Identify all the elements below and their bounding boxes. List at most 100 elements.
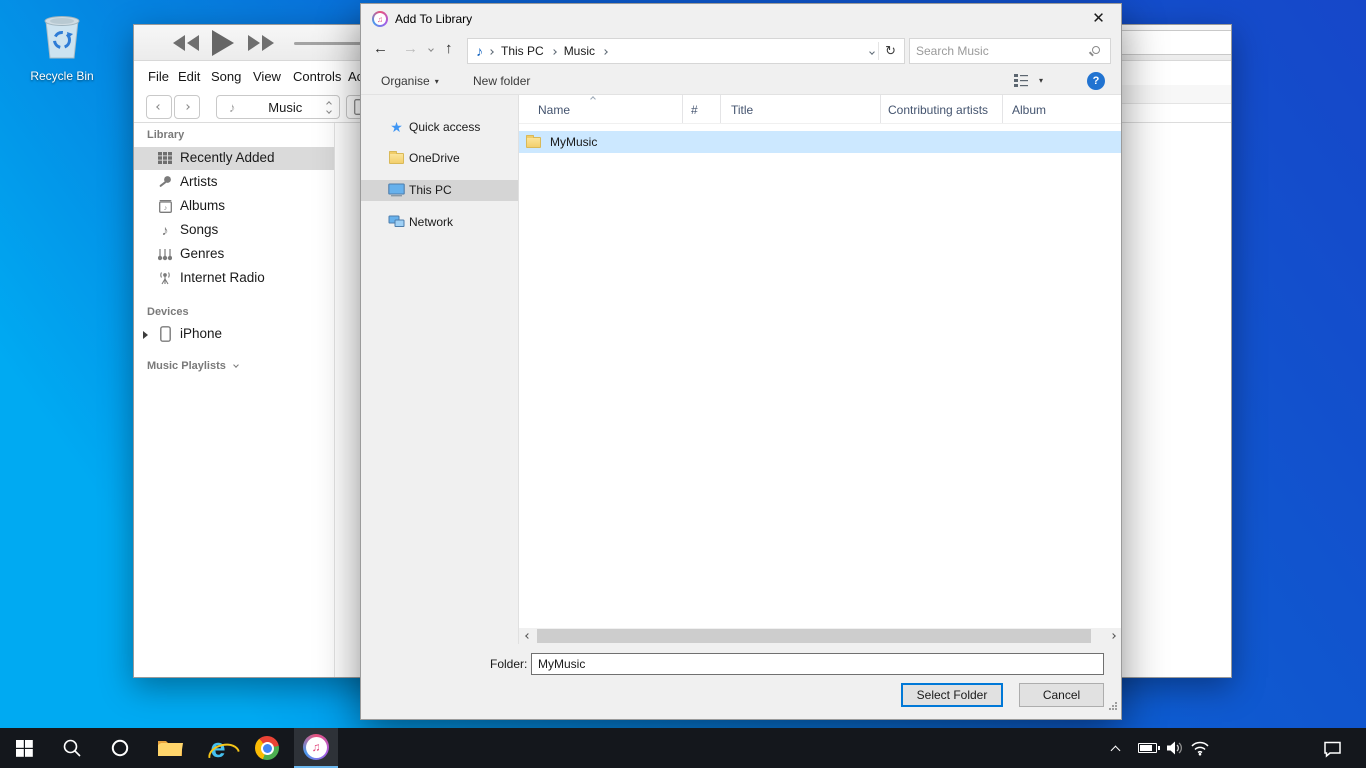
up-button[interactable]: ↑ <box>445 40 453 57</box>
chevron-right-icon[interactable] <box>551 49 557 55</box>
address-dropdown-icon[interactable] <box>869 49 875 55</box>
itunes-forward-button[interactable] <box>174 95 200 119</box>
dialog-titlebar[interactable]: ♫ Add To Library ✕ <box>361 4 1121 34</box>
place-this-pc[interactable]: This PC <box>361 180 518 201</box>
view-mode-button[interactable]: ▾ <box>1014 74 1043 87</box>
folder-name-input[interactable] <box>531 653 1104 675</box>
search-input[interactable] <box>916 41 1076 61</box>
breadcrumb-music[interactable]: Music <box>564 44 595 58</box>
desktop-background: Recycle Bin – □ × File Edit Song View Co… <box>0 0 1366 768</box>
scroll-right-button[interactable] <box>1104 628 1121 644</box>
menu-song[interactable]: Song <box>211 69 241 84</box>
column-title[interactable]: Title <box>721 95 881 123</box>
scrollbar-thumb[interactable] <box>537 629 1091 643</box>
place-onedrive[interactable]: OneDrive <box>361 148 518 169</box>
start-button[interactable] <box>2 728 46 768</box>
scrollbar-track[interactable] <box>536 628 1104 644</box>
chevron-down-icon <box>233 362 239 368</box>
recycle-bin-icon <box>38 12 86 67</box>
recycle-bin[interactable]: Recycle Bin <box>22 12 102 83</box>
action-center-icon <box>1322 739 1343 758</box>
taskbar: e ♫ <box>0 728 1366 768</box>
dialog-title: Add To Library <box>395 12 472 26</box>
search-box[interactable] <box>909 38 1111 64</box>
select-folder-button[interactable]: Select Folder <box>901 683 1003 707</box>
menu-view[interactable]: View <box>253 69 281 84</box>
svg-text:♪: ♪ <box>163 205 167 212</box>
taskbar-search-button[interactable] <box>50 728 94 768</box>
file-explorer-button[interactable] <box>148 728 192 768</box>
wifi-indicator[interactable] <box>1190 728 1210 768</box>
cortana-button[interactable] <box>98 728 142 768</box>
network-icon <box>388 214 405 230</box>
music-playlists-header[interactable]: Music Playlists <box>147 360 238 372</box>
history-dropdown-icon[interactable] <box>428 46 434 52</box>
new-folder-button[interactable]: New folder <box>473 74 530 88</box>
dialog-nav-row: ← → ↑ ♪ This PC Music ↻ <box>361 34 1121 68</box>
music-note-icon: ♪ <box>229 100 236 115</box>
media-selector-value: Music <box>244 100 328 115</box>
media-selector[interactable]: ♪ Music <box>216 95 340 119</box>
resize-grip[interactable] <box>1108 698 1118 716</box>
menu-file[interactable]: File <box>148 69 169 84</box>
tray-overflow-button[interactable] <box>1112 728 1119 768</box>
place-quick-access[interactable]: ★ Quick access <box>361 117 518 138</box>
chrome-button[interactable] <box>245 728 289 768</box>
disclosure-triangle-icon[interactable] <box>143 331 148 339</box>
menu-edit[interactable]: Edit <box>178 69 200 84</box>
menu-controls[interactable]: Controls <box>293 69 341 84</box>
sort-ascending-icon <box>590 96 596 102</box>
dialog-places-sidebar: ★ Quick access OneDrive This PC Network <box>361 95 518 644</box>
sidebar-item-internet-radio[interactable]: Internet Radio <box>134 267 334 290</box>
sidebar-item-songs[interactable]: ♪ Songs <box>134 219 334 242</box>
chevron-right-icon[interactable] <box>602 49 608 55</box>
volume-indicator[interactable] <box>1166 728 1184 768</box>
file-row-mymusic[interactable]: MyMusic <box>519 131 1121 153</box>
breadcrumb-this-pc[interactable]: This PC <box>501 44 544 58</box>
sidebar-item-artists[interactable]: Artists <box>134 171 334 194</box>
microphone-icon <box>156 173 174 191</box>
internet-explorer-button[interactable]: e <box>196 728 240 768</box>
search-icon[interactable] <box>1092 46 1100 54</box>
action-center-button[interactable] <box>1322 728 1343 768</box>
folder-label: Folder: <box>490 657 527 671</box>
antenna-icon <box>156 269 174 287</box>
itunes-sidebar-divider <box>334 123 335 677</box>
selector-stepper-icon <box>327 102 331 113</box>
folder-icon <box>526 137 541 148</box>
caret-down-icon: ▾ <box>435 77 439 86</box>
dialog-toolbar: Organise▾ New folder ▾ ? <box>361 68 1121 95</box>
refresh-icon[interactable]: ↻ <box>883 43 904 59</box>
itunes-back-button[interactable] <box>146 95 172 119</box>
help-button[interactable]: ? <box>1087 72 1105 90</box>
scroll-left-button[interactable] <box>519 628 536 644</box>
column-number[interactable]: # <box>683 95 721 123</box>
column-name[interactable]: Name <box>519 95 683 123</box>
sidebar-item-iphone[interactable]: iPhone <box>134 323 334 346</box>
back-button[interactable]: ← <box>373 40 388 57</box>
organise-button[interactable]: Organise▾ <box>381 74 439 88</box>
star-icon: ★ <box>388 119 405 135</box>
cortana-circle-icon <box>110 738 130 758</box>
column-album[interactable]: Album <box>1003 95 1121 123</box>
chevron-right-icon[interactable] <box>488 49 494 55</box>
library-header: Library <box>147 129 184 141</box>
column-contributing-artists[interactable]: Contributing artists <box>881 95 1003 123</box>
itunes-taskbar-button[interactable]: ♫ <box>294 728 338 768</box>
iphone-icon <box>156 325 174 343</box>
genres-icon <box>156 245 174 263</box>
add-to-library-dialog: ♫ Add To Library ✕ ← → ↑ ♪ This PC Music… <box>360 3 1122 720</box>
sidebar-item-genres[interactable]: Genres <box>134 243 334 266</box>
column-headers: Name # Title Contributing artists Album <box>519 95 1121 124</box>
horizontal-scrollbar[interactable] <box>519 628 1121 644</box>
dialog-close-button[interactable]: ✕ <box>1076 4 1121 33</box>
cancel-button[interactable]: Cancel <box>1019 683 1104 707</box>
sidebar-item-albums[interactable]: ♪ Albums <box>134 195 334 218</box>
windows-logo-icon <box>16 740 33 757</box>
sidebar-item-recently-added[interactable]: Recently Added <box>134 147 334 170</box>
address-bar[interactable]: ♪ This PC Music ↻ <box>467 38 905 64</box>
speaker-icon <box>1166 740 1184 756</box>
place-network[interactable]: Network <box>361 212 518 233</box>
battery-indicator[interactable] <box>1138 728 1157 768</box>
forward-button[interactable]: → <box>403 40 418 57</box>
